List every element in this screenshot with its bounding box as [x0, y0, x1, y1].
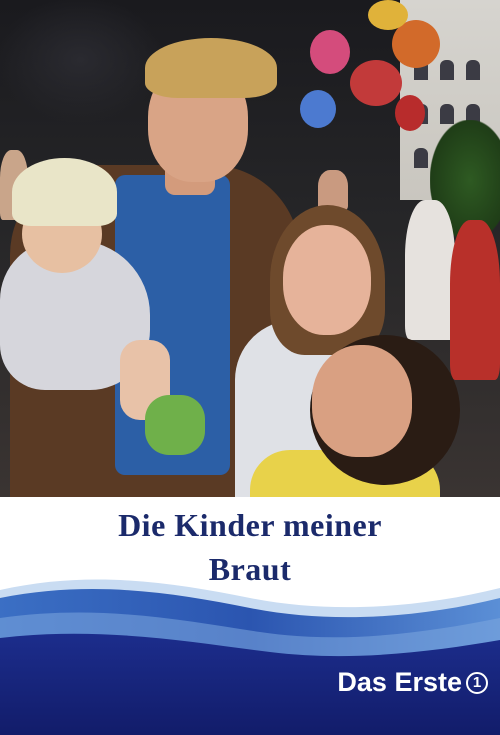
balloon-blue	[300, 90, 336, 128]
title-line-1: Die Kinder meiner	[118, 507, 382, 543]
das-erste-logo: Das Erste 1	[337, 667, 488, 698]
poster-photo	[0, 0, 500, 497]
man-hair	[145, 38, 277, 98]
balloon-yellow	[368, 0, 408, 30]
crowd-person	[450, 220, 500, 380]
baby-hat	[12, 158, 117, 226]
girl-face	[283, 225, 371, 335]
small-girl-face	[312, 345, 412, 457]
wave-footer	[0, 579, 500, 735]
crowd-person	[318, 170, 348, 210]
balloon-pink	[310, 30, 350, 74]
balloon-red-2	[395, 95, 425, 131]
brand-name: Das Erste	[337, 667, 462, 697]
baby-sock	[145, 395, 205, 455]
ard-one-icon: 1	[466, 671, 488, 694]
crowd-person	[405, 200, 455, 340]
balloon-red	[350, 60, 402, 106]
